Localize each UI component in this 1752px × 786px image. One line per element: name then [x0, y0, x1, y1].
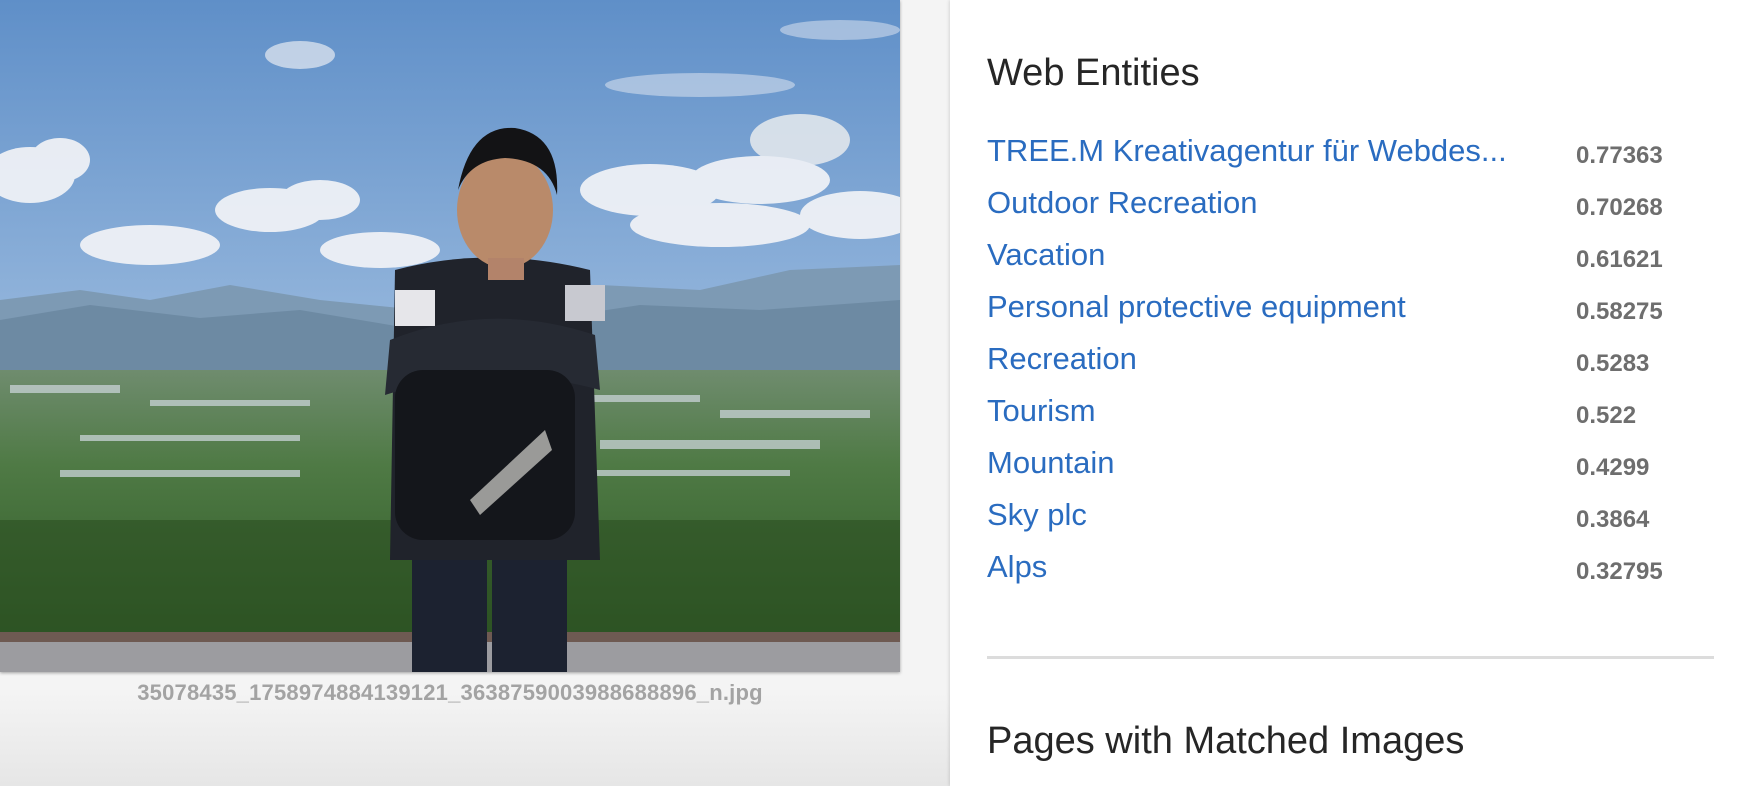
web-entity-link[interactable]: Personal protective equipment: [987, 289, 1406, 325]
web-entity-link[interactable]: Sky plc: [987, 497, 1087, 533]
web-entity-row: Mountain 0.4299: [987, 442, 1707, 494]
image-preview-panel: 35078435_1758974884139121_36387590039886…: [0, 0, 900, 786]
web-entity-score: 0.77363: [1576, 142, 1663, 169]
web-entity-link[interactable]: Recreation: [987, 341, 1137, 377]
web-entity-row: Recreation 0.5283: [987, 338, 1707, 390]
web-entities-list: TREE.M Kreativagentur für Webdes... 0.77…: [987, 130, 1707, 598]
web-entities-title: Web Entities: [987, 52, 1200, 94]
web-entity-row: Personal protective equipment 0.58275: [987, 286, 1707, 338]
web-entity-row: Tourism 0.522: [987, 390, 1707, 442]
section-divider: [987, 656, 1714, 659]
web-entity-row: TREE.M Kreativagentur für Webdes... 0.77…: [987, 130, 1707, 182]
web-entity-link[interactable]: Vacation: [987, 237, 1105, 273]
uploaded-photo: [0, 0, 900, 672]
results-card[interactable]: Web Entities TREE.M Kreativagentur für W…: [950, 0, 1752, 786]
web-entity-score: 0.5283: [1576, 350, 1650, 377]
web-entity-score: 0.522: [1576, 402, 1637, 429]
image-filename: 35078435_1758974884139121_36387590039886…: [137, 680, 763, 705]
web-entity-link[interactable]: Outdoor Recreation: [987, 185, 1258, 221]
web-entity-score: 0.61621: [1576, 246, 1663, 273]
web-entity-row: Alps 0.32795: [987, 546, 1707, 598]
web-entity-score: 0.70268: [1576, 194, 1663, 221]
web-entity-link[interactable]: Alps: [987, 549, 1047, 585]
web-entity-link[interactable]: Mountain: [987, 445, 1115, 481]
pages-with-matched-images-title: Pages with Matched Images: [987, 720, 1465, 762]
web-entity-link[interactable]: Tourism: [987, 393, 1096, 429]
web-entity-row: Outdoor Recreation 0.70268: [987, 182, 1707, 234]
web-entity-row: Sky plc 0.3864: [987, 494, 1707, 546]
vision-results-page: 35078435_1758974884139121_36387590039886…: [0, 0, 1752, 786]
web-entity-row: Vacation 0.61621: [987, 234, 1707, 286]
web-entity-score: 0.4299: [1576, 454, 1650, 481]
web-entity-link[interactable]: TREE.M Kreativagentur für Webdes...: [987, 133, 1507, 169]
web-entity-score: 0.58275: [1576, 298, 1663, 325]
web-entity-score: 0.32795: [1576, 558, 1663, 585]
web-entity-score: 0.3864: [1576, 506, 1650, 533]
